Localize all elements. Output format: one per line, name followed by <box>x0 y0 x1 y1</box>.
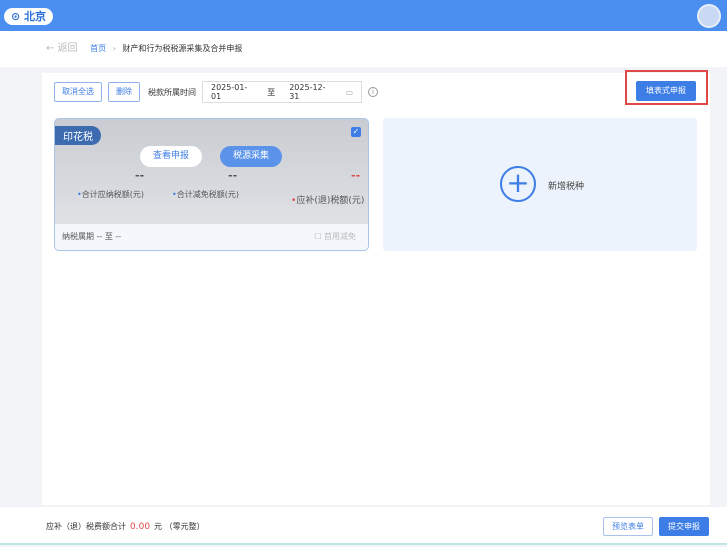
plus-icon: + <box>500 166 536 202</box>
add-tax-type-label: 新增税种 <box>548 182 585 192</box>
avatar[interactable] <box>697 4 721 28</box>
breadcrumb-separator: › <box>112 44 116 53</box>
total-amount: 0.00 <box>130 522 151 532</box>
add-tax-type-card[interactable]: + 新增税种 <box>383 118 697 251</box>
exemption-checkbox[interactable]: ☐ 首用减免 <box>314 224 356 250</box>
calendar-icon: ▭ <box>345 87 353 97</box>
refund-label: •应补(退)税额(元) <box>291 196 365 206</box>
payable-value: -- <box>135 169 145 182</box>
main-panel: 取消全选 删除 税款所属时间 2025-01-01 至 2025-12-31 ▭… <box>42 70 710 505</box>
tax-period: 纳税属期 -- 至 -- <box>62 232 122 241</box>
reduction-value: -- <box>228 169 238 182</box>
breadcrumb: ← 返回 首页 › 财产和行为税税源采集及合并申报 <box>0 31 727 67</box>
breadcrumb-current: 财产和行为税税源采集及合并申报 <box>122 44 243 53</box>
fill-form-declare-button[interactable]: 填表式申报 <box>636 81 696 101</box>
reduction-label: •合计减免税额(元) <box>172 190 239 199</box>
submit-declare-button[interactable]: 提交申报 <box>659 517 709 536</box>
range-separator: 至 <box>267 87 276 97</box>
total-summary: 应补（退）税费额合计 0.00 元 （零元整） <box>46 522 205 532</box>
preview-form-button[interactable]: 预览表单 <box>603 517 653 536</box>
end-date[interactable]: 2025-12-31 <box>289 83 331 101</box>
delete-button[interactable]: 删除 <box>108 82 140 102</box>
tax-source-collect-button[interactable]: 税源采集 <box>220 146 283 167</box>
payable-label: •合计应纳税额(元) <box>77 190 144 199</box>
start-date[interactable]: 2025-01-01 <box>211 83 253 101</box>
view-declare-button[interactable]: 查看申报 <box>140 146 203 167</box>
top-bar: ⊙ 北京 <box>0 0 727 31</box>
back-link[interactable]: ← 返回 <box>46 43 78 54</box>
breadcrumb-home[interactable]: 首页 <box>90 44 106 53</box>
cancel-select-all-button[interactable]: 取消全选 <box>54 82 102 102</box>
location-icon: ⊙ <box>11 10 25 23</box>
city-selector[interactable]: ⊙ 北京 <box>4 8 54 25</box>
tax-name-tag: 印花税 <box>55 126 101 145</box>
card-footer: 纳税属期 -- 至 -- ☐ 首用减免 <box>55 224 368 250</box>
card-checkbox[interactable]: ✓ <box>351 127 361 137</box>
info-icon[interactable]: i <box>368 87 378 97</box>
period-label: 税款所属时间 <box>148 87 196 97</box>
date-range-picker[interactable]: 2025-01-01 至 2025-12-31 ▭ <box>202 81 362 103</box>
footer-bar: 应补（退）税费额合计 0.00 元 （零元整） 预览表单 提交申报 <box>0 507 727 545</box>
refund-value: -- <box>351 169 361 182</box>
tax-card-stamp-duty[interactable]: 印花税 ✓ 查看申报 税源采集 -- •合计应纳税额(元) -- •合计减免税额… <box>54 118 369 251</box>
